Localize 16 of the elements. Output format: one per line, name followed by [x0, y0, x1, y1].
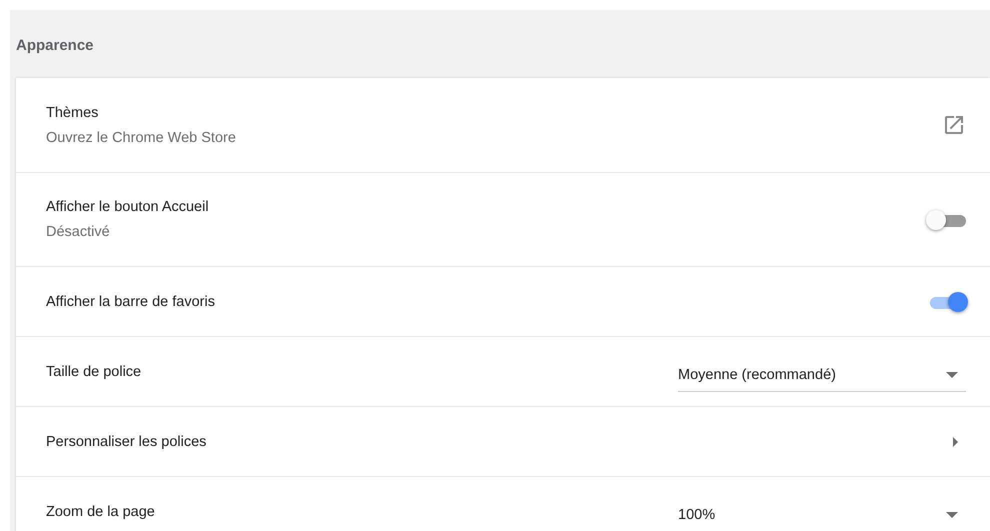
setting-label: Thèmes: [46, 104, 100, 120]
setting-label: Taille de police: [46, 364, 142, 380]
section-title: Apparence: [15, 36, 95, 56]
dropdown[interactable]: 100%: [678, 503, 966, 531]
setting-label: Personnaliser les polices: [46, 434, 208, 450]
caret-icon: [946, 512, 958, 518]
toggle-switch[interactable]: [926, 208, 966, 230]
caret-icon: [946, 372, 958, 378]
setting-label: Afficher la barre de favoris: [46, 294, 216, 310]
setting-label: Afficher le bouton Accueil: [46, 199, 210, 215]
setting-label: Zoom de la page: [46, 504, 156, 520]
external-link-icon[interactable]: [942, 113, 966, 137]
setting-description: Ouvrez le Chrome Web Store: [46, 130, 237, 146]
setting-description: Désactivé: [46, 224, 111, 240]
chevron-right-icon[interactable]: [953, 436, 958, 446]
dropdown[interactable]: Moyenne (recommandé): [678, 363, 966, 392]
